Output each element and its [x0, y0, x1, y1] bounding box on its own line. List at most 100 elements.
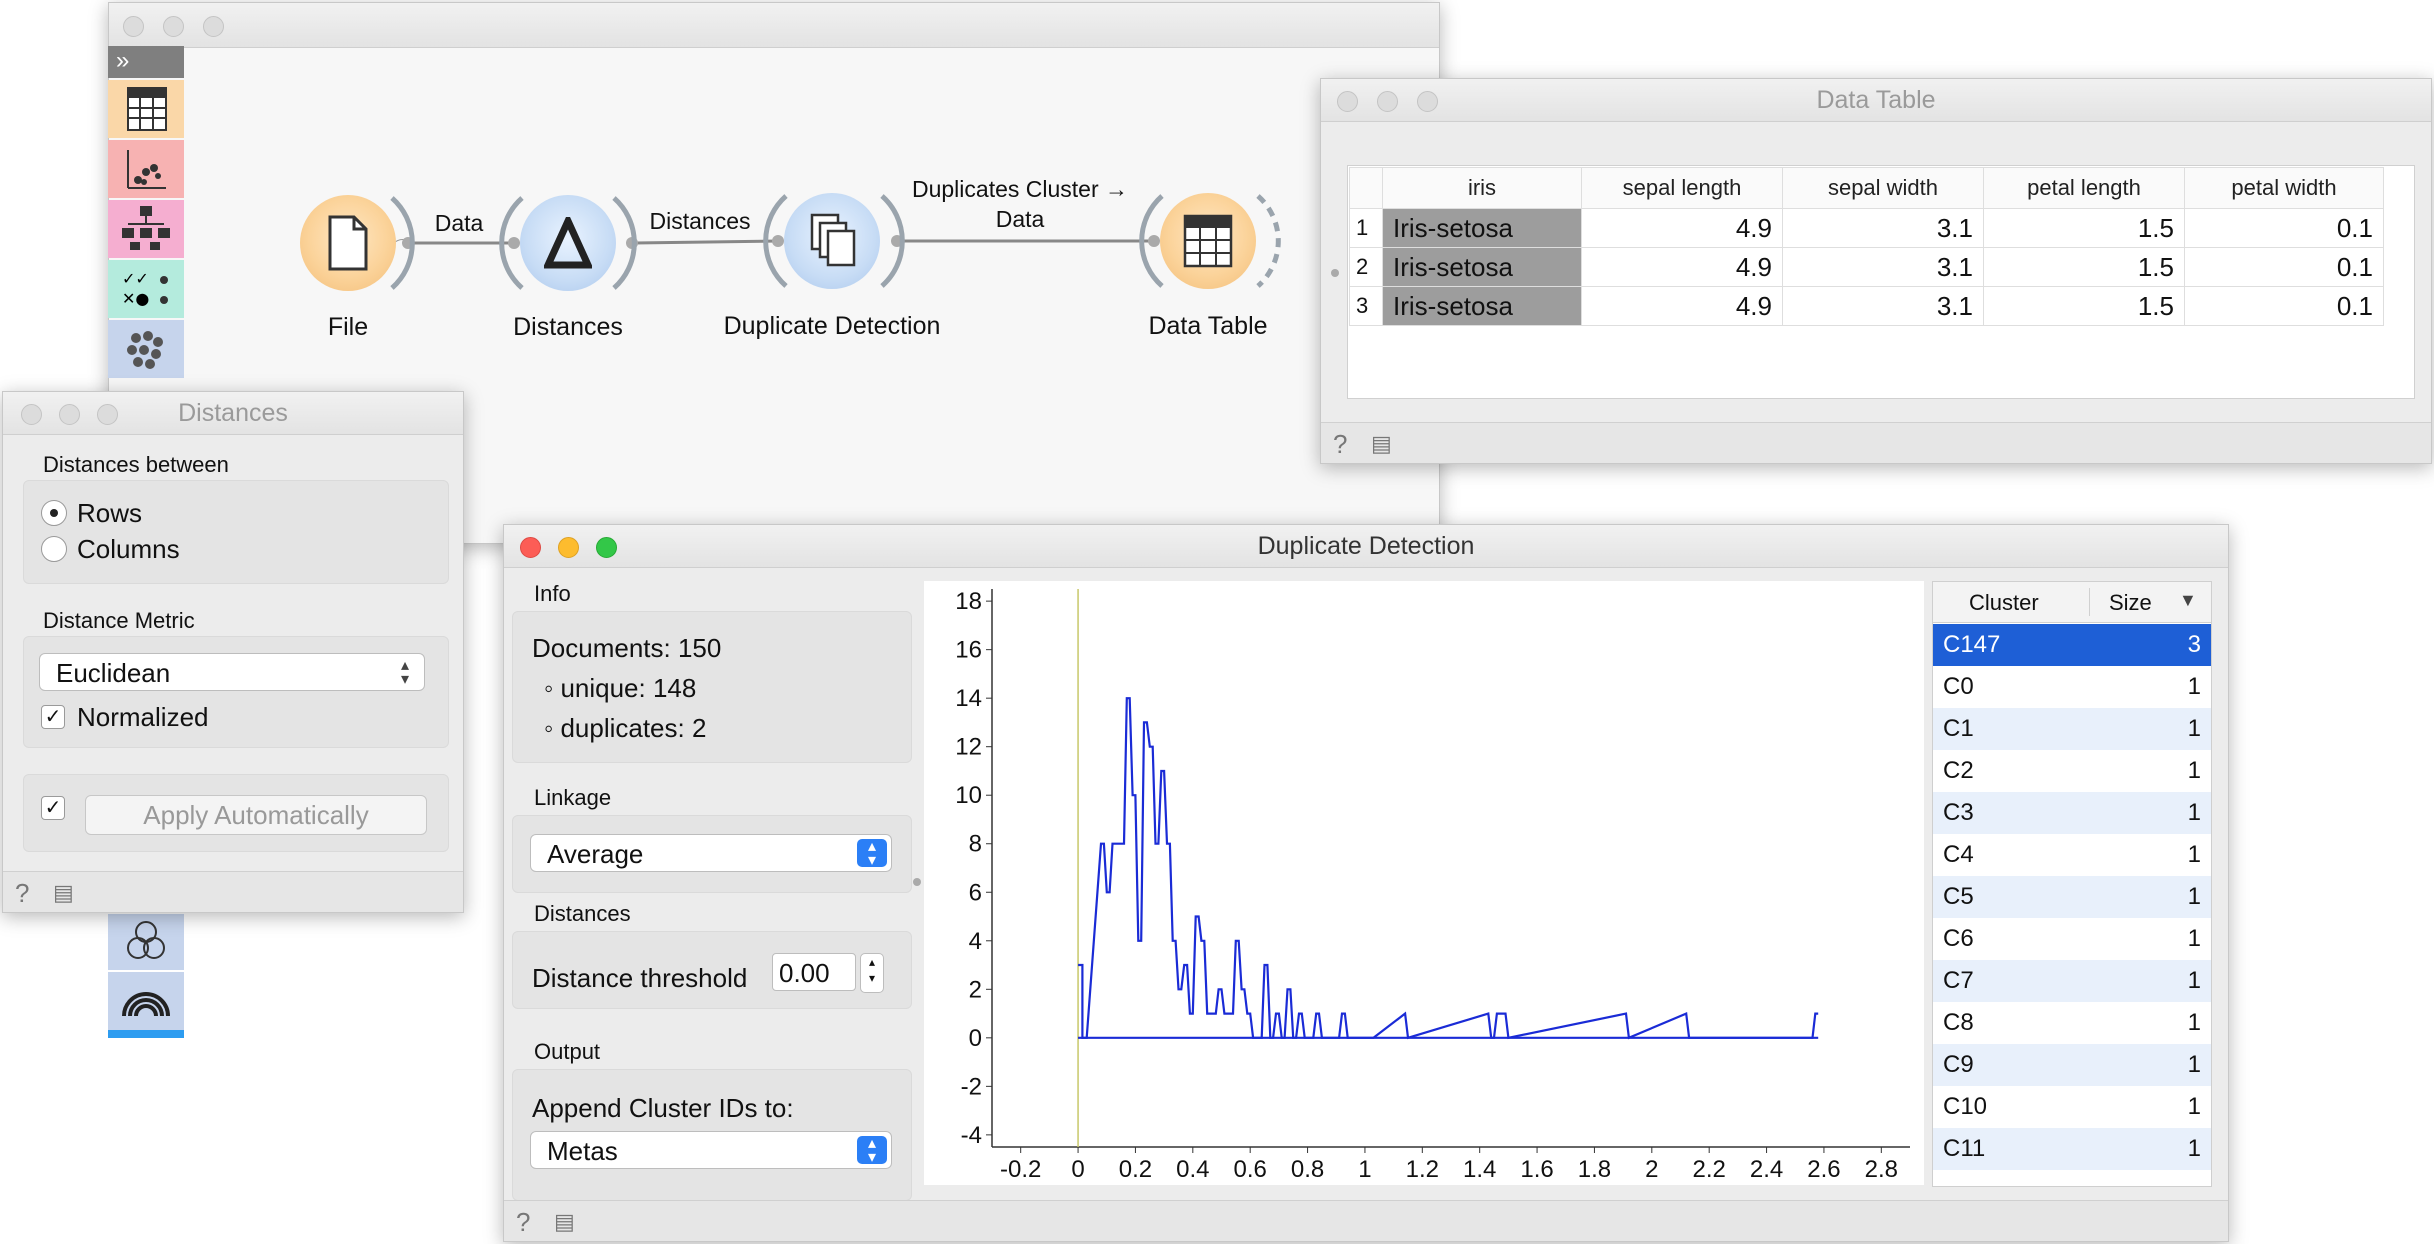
distances-between-label: Distances between [43, 452, 229, 477]
cluster-row[interactable]: C7 1 [1933, 960, 2211, 1002]
cluster-size: 1 [2187, 799, 2201, 826]
dup-window-title: Duplicate Detection [1257, 532, 1475, 560]
distance-threshold-label: Distance threshold [532, 963, 748, 993]
normalized-checkbox[interactable]: ✓ [41, 705, 65, 729]
cluster-row[interactable]: C147 3 [1933, 624, 2211, 666]
help-icon[interactable]: ? [516, 1207, 530, 1238]
cell-value: 3.1 [1782, 286, 1984, 326]
threshold-stepper[interactable]: ▴ ▾ [860, 953, 884, 993]
distance-metric-select[interactable]: Euclidean ▴ ▾ [39, 653, 425, 691]
cell-value: 0.1 [2184, 208, 2384, 248]
apply-automatically-button[interactable]: Apply Automatically [85, 795, 427, 835]
x-tick-label: 1.6 [1520, 1156, 1553, 1183]
report-icon[interactable]: ▤ [53, 880, 74, 906]
column-header[interactable]: petal width [2184, 167, 2384, 209]
help-icon[interactable]: ? [15, 878, 29, 909]
size-column-header[interactable]: Size [2109, 590, 2152, 616]
cluster-row[interactable]: C4 1 [1933, 834, 2211, 876]
rows-radio[interactable] [41, 500, 67, 526]
cluster-row[interactable]: C10 1 [1933, 1086, 2211, 1128]
cluster-size: 3 [2187, 631, 2201, 658]
unique-count: ◦ unique: 148 [544, 673, 697, 703]
link-distances[interactable] [631, 239, 779, 245]
cluster-size: 1 [2187, 673, 2201, 700]
x-tick-label: 1.4 [1463, 1156, 1496, 1183]
distances-titlebar: Distances [3, 392, 463, 435]
toolbox-rainbow-icon[interactable] [108, 972, 184, 1038]
cluster-name: C8 [1943, 1009, 1974, 1036]
append-cluster-select[interactable]: Metas ▴ ▾ [530, 1131, 892, 1169]
link-data-label: Data [434, 210, 484, 236]
node-duplicate-detection[interactable] [784, 193, 880, 289]
delta-icon [544, 217, 592, 269]
cluster-row[interactable]: C2 1 [1933, 750, 2211, 792]
documents-count: Documents: 150 [532, 633, 722, 663]
x-tick-label: 0.2 [1119, 1156, 1152, 1183]
append-cluster-label: Append Cluster IDs to: [532, 1093, 794, 1123]
cluster-name: C147 [1943, 631, 2001, 658]
cluster-list[interactable]: Cluster Size ▼ C147 3 C0 1 C1 1 C2 1 C3 1 C4 1 C5 1 C6… [1932, 581, 2212, 1187]
cluster-row[interactable]: C11 1 [1933, 1128, 2211, 1170]
row-index: 2 [1349, 247, 1383, 287]
cluster-size: 1 [2187, 841, 2201, 868]
columns-radio[interactable] [41, 536, 67, 562]
cluster-size: 1 [2187, 1009, 2201, 1036]
cluster-list-header: Cluster Size ▼ [1933, 582, 2211, 623]
help-icon[interactable]: ? [1333, 429, 1347, 460]
cluster-row[interactable]: C8 1 [1933, 1002, 2211, 1044]
cluster-row[interactable]: C9 1 [1933, 1044, 2211, 1086]
updown-chevron-icon: ▴ ▾ [857, 839, 887, 869]
cluster-row[interactable]: C0 1 [1933, 666, 2211, 708]
data-table-statusbar: ? ▤ [1321, 422, 2431, 463]
cluster-name: C7 [1943, 967, 1974, 994]
splitter-handle[interactable] [1331, 269, 1339, 277]
distance-threshold-input[interactable]: 0.00 [772, 953, 856, 991]
table-row[interactable]: 3 Iris-setosa 4.9 3.1 1.5 0.1 [1349, 286, 2384, 326]
row-index: 3 [1349, 286, 1383, 326]
toolbox-venn-icon[interactable] [108, 914, 184, 970]
node-file[interactable] [300, 195, 396, 291]
y-tick-label: 6 [969, 879, 982, 906]
cell-iris: Iris-setosa [1382, 286, 1582, 326]
node-distances[interactable] [520, 195, 616, 291]
panel-splitter-handle[interactable] [913, 878, 921, 886]
sort-descending-icon[interactable]: ▼ [2179, 590, 2197, 611]
y-tick-label: -4 [961, 1122, 982, 1149]
info-label: Info [534, 581, 571, 606]
cluster-row[interactable]: C3 1 [1933, 792, 2211, 834]
table-row[interactable]: 1 Iris-setosa 4.9 3.1 1.5 0.1 [1349, 208, 2384, 248]
duplicates-count: ◦ duplicates: 2 [544, 713, 707, 743]
cluster-name: C3 [1943, 799, 1974, 826]
apply-automatically-checkbox[interactable]: ✓ [41, 796, 65, 820]
cluster-column-header[interactable]: Cluster [1969, 590, 2039, 616]
data-table-titlebar: Data Table [1321, 79, 2431, 122]
node-file-label: File [327, 313, 369, 341]
cluster-size: 1 [2187, 883, 2201, 910]
linkage-select[interactable]: Average ▴ ▾ [530, 834, 892, 872]
cluster-name: C2 [1943, 757, 1974, 784]
cell-value: 1.5 [1983, 247, 2185, 287]
file-icon [328, 215, 368, 271]
table-row[interactable]: 2 Iris-setosa 4.9 3.1 1.5 0.1 [1349, 247, 2384, 287]
column-header[interactable]: iris [1382, 167, 1582, 209]
cluster-row[interactable]: C5 1 [1933, 876, 2211, 918]
node-data-table[interactable] [1160, 193, 1256, 289]
distances-between-box [23, 480, 449, 584]
y-tick-label: 0 [969, 1025, 982, 1052]
linkage-value: Average [547, 839, 644, 869]
histogram-line [1078, 697, 1819, 1040]
cluster-row[interactable]: C1 1 [1933, 708, 2211, 750]
report-icon[interactable]: ▤ [554, 1209, 575, 1235]
column-header[interactable]: sepal length [1581, 167, 1783, 209]
x-tick-label: 2.2 [1693, 1156, 1726, 1183]
distances-statusbar: ? ▤ [3, 871, 463, 912]
column-header[interactable]: sepal width [1782, 167, 1984, 209]
output-label: Output [534, 1039, 601, 1064]
append-cluster-value: Metas [547, 1136, 618, 1166]
row-index: 1 [1349, 208, 1383, 248]
report-icon[interactable]: ▤ [1371, 431, 1392, 457]
column-header[interactable]: petal length [1983, 167, 2185, 209]
cluster-row[interactable]: C6 1 [1933, 918, 2211, 960]
cluster-name: C11 [1943, 1135, 1986, 1162]
link-duplicates-label-line2: Data [995, 206, 1045, 232]
